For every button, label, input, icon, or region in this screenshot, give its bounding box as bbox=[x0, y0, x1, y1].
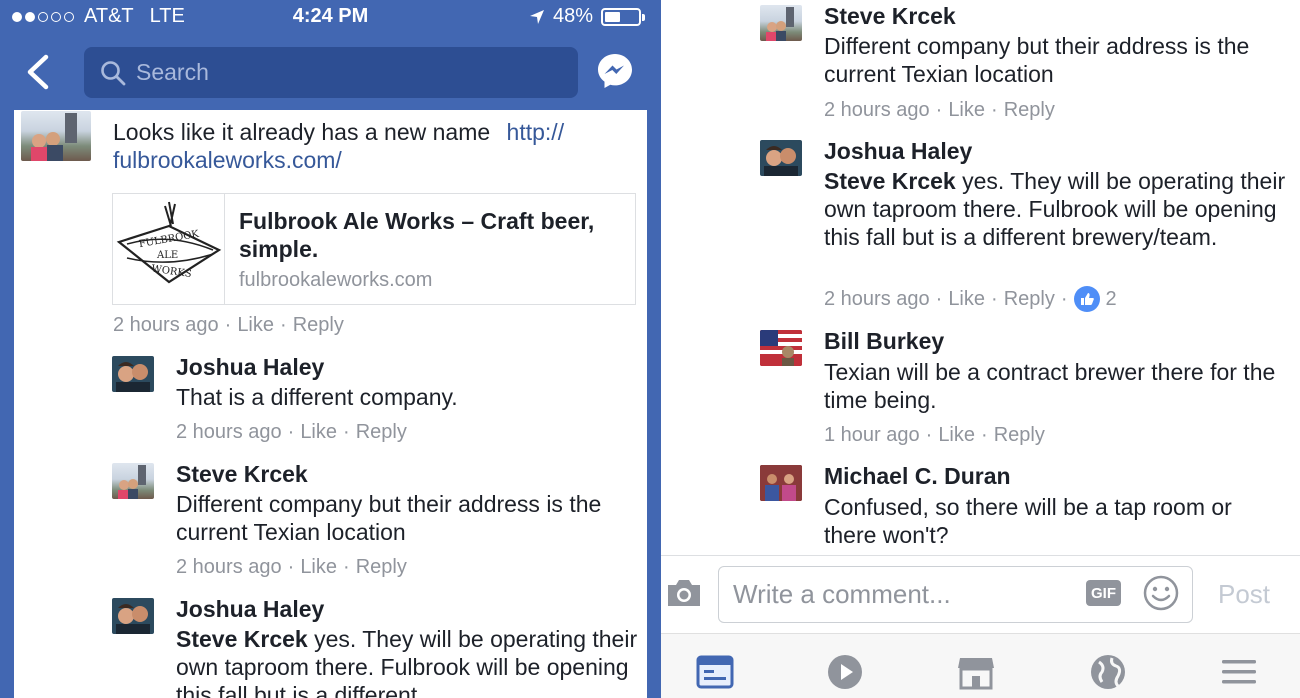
avatar[interactable] bbox=[760, 5, 802, 41]
menu-hamburger-icon[interactable] bbox=[1219, 652, 1259, 692]
marketplace-icon[interactable] bbox=[956, 652, 996, 692]
commenter-name[interactable]: Steve Krcek bbox=[824, 3, 956, 30]
like-reaction-icon[interactable] bbox=[1073, 286, 1100, 312]
timestamp: 2 hours ago bbox=[113, 314, 219, 336]
status-bar: AT&T LTE 4:24 PM 48% bbox=[0, 0, 661, 34]
mention[interactable]: Steve Krcek bbox=[824, 168, 956, 194]
commenter-name[interactable]: Joshua Haley bbox=[176, 354, 324, 381]
commenter-name[interactable]: Michael C. Duran bbox=[824, 463, 1011, 490]
top-bar: AT&T LTE 4:24 PM 48% Search bbox=[0, 0, 661, 110]
video-play-icon[interactable] bbox=[825, 652, 865, 692]
reply-link[interactable]: Reply bbox=[994, 424, 1045, 447]
commenter-name[interactable]: Joshua Haley bbox=[824, 138, 972, 165]
back-chevron-icon[interactable] bbox=[24, 54, 54, 90]
status-right: 48% bbox=[529, 5, 645, 28]
avatar[interactable] bbox=[112, 356, 154, 392]
avatar[interactable] bbox=[760, 330, 802, 366]
location-arrow-icon bbox=[529, 9, 544, 24]
comment-link-cont[interactable]: fulbrookaleworks.com/ bbox=[113, 147, 342, 173]
comment-placeholder: Write a comment... bbox=[733, 579, 951, 609]
comment-meta: 2 hours ago · Like · Reply bbox=[176, 421, 407, 444]
reaction-count[interactable]: 2 bbox=[1106, 288, 1117, 311]
camera-icon[interactable] bbox=[665, 578, 703, 608]
comment-text: Looks like it already has a new name htt… bbox=[113, 118, 633, 174]
comment-input[interactable]: Write a comment... bbox=[718, 566, 1193, 623]
link-preview-card[interactable]: FULBROOK ALE WORKS Fulbrook Ale Works – … bbox=[112, 193, 636, 305]
reply-link[interactable]: Reply bbox=[293, 314, 344, 337]
like-link[interactable]: Like bbox=[948, 288, 985, 311]
timestamp: 2 hours ago bbox=[176, 421, 282, 443]
comment-meta: 2 hours ago · Like · Reply bbox=[824, 99, 1055, 122]
like-link[interactable]: Like bbox=[938, 424, 975, 447]
mention[interactable]: Steve Krcek bbox=[176, 626, 308, 652]
like-link[interactable]: Like bbox=[300, 556, 337, 579]
search-placeholder: Search bbox=[136, 59, 209, 85]
commenter-name[interactable]: Joshua Haley bbox=[176, 596, 324, 623]
brewery-logo: FULBROOK ALE WORKS bbox=[113, 194, 225, 304]
battery-percent: 48% bbox=[552, 5, 593, 27]
reply-link[interactable]: Reply bbox=[1004, 288, 1055, 311]
comment-meta: 1 hour ago · Like · Reply bbox=[824, 424, 1045, 447]
comment-text: Different company but their address is t… bbox=[176, 491, 602, 545]
tab-bar bbox=[661, 633, 1300, 698]
comment-meta: 2 hours ago · Like · Reply bbox=[176, 556, 407, 579]
timestamp: 2 hours ago bbox=[824, 99, 930, 121]
left-screenshot: AT&T LTE 4:24 PM 48% Search Looks like i… bbox=[0, 0, 661, 698]
comment-text: Steve Krcek yes. They will be operating … bbox=[824, 167, 1289, 251]
sticker-smile-icon[interactable] bbox=[1142, 574, 1180, 612]
timestamp: 1 hour ago bbox=[824, 424, 920, 446]
reply-link[interactable]: Reply bbox=[356, 556, 407, 579]
avatar[interactable] bbox=[21, 111, 91, 161]
avatar[interactable] bbox=[760, 465, 802, 501]
comment-composer: Write a comment... GIF Post bbox=[661, 555, 1300, 633]
timestamp: 2 hours ago bbox=[824, 287, 930, 310]
comment-text: Steve Krcek yes. They will be operating … bbox=[176, 625, 638, 698]
avatar[interactable] bbox=[112, 598, 154, 634]
like-link[interactable]: Like bbox=[948, 99, 985, 122]
like-link[interactable]: Like bbox=[300, 421, 337, 444]
right-screenshot: Steve Krcek Different company but their … bbox=[661, 0, 1300, 698]
post-button[interactable]: Post bbox=[1218, 579, 1270, 610]
preview-domain: fulbrookaleworks.com bbox=[239, 269, 433, 291]
commenter-name[interactable]: Steve Krcek bbox=[176, 461, 308, 488]
comment-text: That is a different company. bbox=[176, 384, 458, 410]
reply-link[interactable]: Reply bbox=[1004, 99, 1055, 122]
comment-text: Texian will be a contract brewer there f… bbox=[824, 359, 1276, 413]
timestamp: 2 hours ago bbox=[176, 556, 282, 578]
search-icon bbox=[101, 60, 126, 85]
comment-meta: 2 hours ago · Like · Reply bbox=[113, 314, 344, 337]
avatar[interactable] bbox=[760, 140, 802, 176]
comment-link[interactable]: http:// bbox=[507, 119, 565, 145]
preview-title: Fulbrook Ale Works – Craft beer, simple. bbox=[239, 208, 595, 262]
svg-text:ALE: ALE bbox=[156, 250, 178, 261]
svg-text:WORKS: WORKS bbox=[151, 264, 193, 281]
reply-link[interactable]: Reply bbox=[356, 421, 407, 444]
news-feed-icon[interactable] bbox=[695, 652, 735, 692]
search-input[interactable]: Search bbox=[84, 47, 578, 98]
comment-text: Different company but their address is t… bbox=[824, 33, 1250, 87]
commenter-name[interactable]: Bill Burkey bbox=[824, 328, 944, 355]
battery-icon bbox=[601, 7, 645, 26]
globe-notifications-icon[interactable] bbox=[1088, 652, 1128, 692]
comment-meta: 2 hours ago · Like · Reply · 2 bbox=[824, 286, 1117, 312]
gif-button[interactable]: GIF bbox=[1086, 580, 1121, 606]
messenger-icon[interactable] bbox=[596, 52, 634, 90]
comment-text: Confused, so there will be a tap room or… bbox=[824, 494, 1232, 548]
like-link[interactable]: Like bbox=[237, 314, 274, 337]
avatar[interactable] bbox=[112, 463, 154, 499]
comment-body: Looks like it already has a new name bbox=[113, 119, 491, 145]
